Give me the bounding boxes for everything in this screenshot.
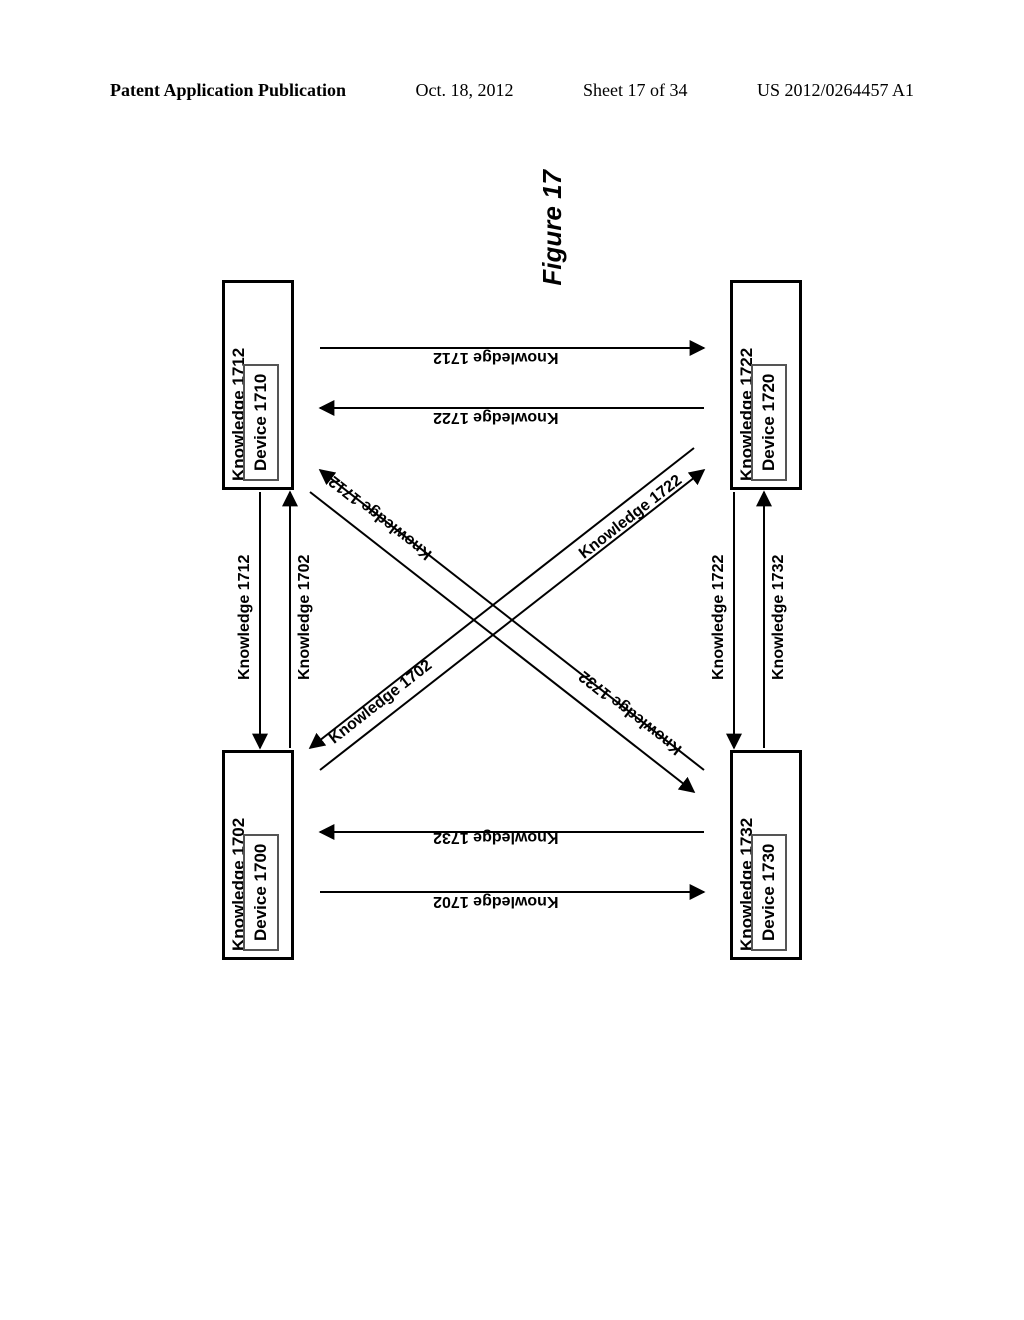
- edge-label: Knowledge 1732: [433, 829, 558, 847]
- node-device-1700: Knowledge 1702 Device 1700: [222, 750, 294, 960]
- publication-label: Patent Application Publication: [110, 80, 346, 101]
- device-box-1720: Device 1720: [751, 364, 787, 481]
- edge-label: Knowledge 1712: [236, 555, 254, 680]
- publication-number: US 2012/0264457 A1: [757, 80, 914, 101]
- edge-label: Knowledge 1722: [710, 555, 728, 680]
- edge-label: Knowledge 1702: [296, 555, 314, 680]
- sheet-number: Sheet 17 of 34: [583, 80, 687, 101]
- node-device-1720: Knowledge 1722 Device 1720: [730, 280, 802, 490]
- knowledge-box-1722: Knowledge 1722 Device 1720: [730, 280, 802, 490]
- device-label: Device 1730: [759, 844, 778, 941]
- figure-17-diagram: Knowledge 1702 Device 1700 Knowledge 171…: [202, 260, 822, 980]
- knowledge-box-1702: Knowledge 1702 Device 1700: [222, 750, 294, 960]
- knowledge-box-1732: Knowledge 1732 Device 1730: [730, 750, 802, 960]
- page-header: Patent Application Publication Oct. 18, …: [110, 80, 914, 101]
- device-label: Device 1720: [759, 374, 778, 471]
- node-device-1710: Knowledge 1712 Device 1710: [222, 280, 294, 490]
- knowledge-box-1712: Knowledge 1712 Device 1710: [222, 280, 294, 490]
- node-device-1730: Knowledge 1732 Device 1730: [730, 750, 802, 960]
- edge-label: Knowledge 1732: [770, 555, 788, 680]
- device-label: Device 1710: [251, 374, 270, 471]
- edge-arrows: [202, 260, 822, 980]
- figure-caption: Figure 17: [537, 170, 568, 286]
- edge-label: Knowledge 1712: [433, 349, 558, 367]
- publication-date: Oct. 18, 2012: [416, 80, 514, 101]
- edge-label: Knowledge 1722: [433, 409, 558, 427]
- device-box-1700: Device 1700: [243, 834, 279, 951]
- device-label: Device 1700: [251, 844, 270, 941]
- device-box-1710: Device 1710: [243, 364, 279, 481]
- edge-label: Knowledge 1702: [433, 893, 558, 911]
- device-box-1730: Device 1730: [751, 834, 787, 951]
